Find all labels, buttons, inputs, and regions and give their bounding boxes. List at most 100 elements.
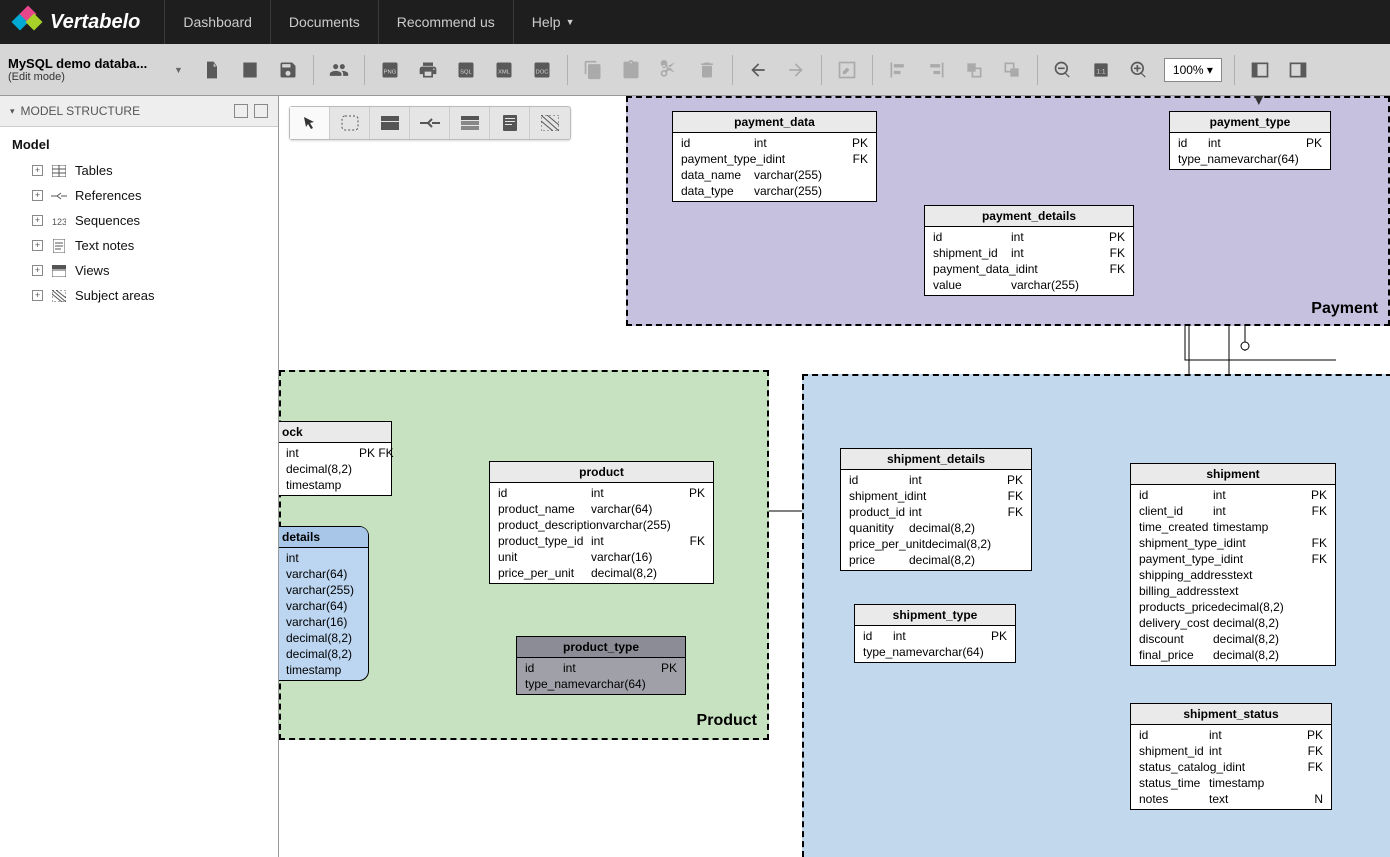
table-column: idintPK [490, 485, 713, 501]
panel-left-button[interactable] [1246, 56, 1274, 84]
new-doc-button[interactable] [198, 56, 226, 84]
bring-front-button[interactable] [960, 56, 988, 84]
expand-icon[interactable]: + [32, 240, 43, 251]
table-payment-data[interactable]: payment_data idintPKpayment_type_idintFK… [672, 111, 877, 202]
tree-references[interactable]: +References [12, 183, 266, 208]
svg-text:123: 123 [52, 217, 66, 227]
table-column: pricedecimal(8,2) [841, 552, 1031, 568]
panel-right-button[interactable] [1284, 56, 1312, 84]
table-shipment-type[interactable]: shipment_type idintPKtype_namevarchar(64… [854, 604, 1016, 663]
brand-logo[interactable]: Vertabelo [0, 8, 164, 36]
expand-icon[interactable]: + [32, 190, 43, 201]
svg-text:PNG: PNG [384, 69, 397, 75]
chevron-down-icon[interactable]: ▾ [10, 106, 15, 117]
export-sql-button[interactable]: SQL [452, 56, 480, 84]
table-column: client_idintFK [1131, 503, 1335, 519]
table-column: product_descriptionvarchar(255) [490, 517, 713, 533]
align-left-button[interactable] [884, 56, 912, 84]
table-shipment[interactable]: shipment idintPKclient_idintFKtime_creat… [1130, 463, 1336, 666]
expand-icon[interactable]: + [32, 265, 43, 276]
cut-button[interactable] [655, 56, 683, 84]
table-shipment-status[interactable]: shipment_status idintPKshipment_idintFKs… [1130, 703, 1332, 810]
edit-button[interactable] [833, 56, 861, 84]
table-column: product_namevarchar(64) [490, 501, 713, 517]
nav-documents[interactable]: Documents [270, 0, 378, 44]
copy-button[interactable] [579, 56, 607, 84]
chevron-down-icon[interactable]: ▼ [174, 65, 183, 75]
expand-icon[interactable]: + [32, 215, 43, 226]
table-column: data_namevarchar(255) [673, 167, 876, 183]
align-right-button[interactable] [922, 56, 950, 84]
delete-button[interactable] [693, 56, 721, 84]
tree-textnotes[interactable]: +Text notes [12, 233, 266, 258]
reference-tool[interactable] [410, 107, 450, 139]
tree-root[interactable]: Model [12, 137, 266, 152]
table-column: intPK FK [279, 445, 391, 461]
table-column: price_per_unitdecimal(8,2) [841, 536, 1031, 552]
svg-text:XML: XML [498, 69, 511, 75]
table-product[interactable]: product idintPKproduct_namevarchar(64)pr… [489, 461, 714, 584]
area-label: Product [697, 712, 757, 730]
save-button[interactable] [274, 56, 302, 84]
table-column: idintPK [925, 229, 1133, 245]
print-button[interactable] [414, 56, 442, 84]
diagram-canvas[interactable]: Payment Product payment_data idintPKpaym… [279, 96, 1390, 857]
tree-tables[interactable]: +Tables [12, 158, 266, 183]
share-button[interactable] [325, 56, 353, 84]
tree-sequences[interactable]: +123Sequences [12, 208, 266, 233]
table-column: decimal(8,2) [279, 646, 368, 662]
note-tool[interactable] [490, 107, 530, 139]
table-column: varchar(16) [279, 614, 368, 630]
table-column: decimal(8,2) [279, 630, 368, 646]
export-png-button[interactable]: PNG [376, 56, 404, 84]
table-stock[interactable]: ock intPK FKdecimal(8,2)timestamp [279, 421, 392, 496]
area-tool[interactable] [530, 107, 570, 139]
sidebar-box-icon[interactable] [254, 104, 268, 118]
tree-views[interactable]: +Views [12, 258, 266, 283]
sidebar-heading: ▾ MODEL STRUCTURE [0, 96, 278, 127]
table-column: type_namevarchar(64) [517, 676, 685, 692]
brand-text: Vertabelo [50, 11, 140, 34]
table-column: idintPK [841, 472, 1031, 488]
main-toolbar: MySQL demo databa... (Edit mode) ▼ PNG S… [0, 44, 1390, 96]
table-tool[interactable] [370, 107, 410, 139]
sequence-icon: 123 [51, 214, 67, 228]
table-payment-details[interactable]: payment_details idintPKshipment_idintFKp… [924, 205, 1134, 296]
table-shipment-details[interactable]: shipment_details idintPKshipment_idintFK… [840, 448, 1032, 571]
sidebar-box-icon[interactable] [234, 104, 248, 118]
table-column: decimal(8,2) [279, 461, 391, 477]
redo-button[interactable] [782, 56, 810, 84]
nav-dashboard[interactable]: Dashboard [164, 0, 270, 44]
view-tool[interactable] [450, 107, 490, 139]
select-tool[interactable] [290, 107, 330, 139]
reference-icon [51, 189, 67, 203]
export-doc-button[interactable]: DOC [528, 56, 556, 84]
expand-icon[interactable]: + [32, 290, 43, 301]
doc-title[interactable]: MySQL demo databa... [8, 56, 168, 71]
table-column: type_namevarchar(64) [1170, 151, 1330, 167]
table-column: billing_addresstext [1131, 583, 1335, 599]
nav-recommend[interactable]: Recommend us [378, 0, 513, 44]
ddl-button[interactable] [236, 56, 264, 84]
paste-button[interactable] [617, 56, 645, 84]
zoom-in-button[interactable] [1125, 56, 1153, 84]
zoom-fit-button[interactable]: 1:1 [1087, 56, 1115, 84]
table-column: status_timetimestamp [1131, 775, 1331, 791]
export-xml-button[interactable]: XML [490, 56, 518, 84]
table-payment-type[interactable]: payment_type idintPKtype_namevarchar(64) [1169, 111, 1331, 170]
table-column: valuevarchar(255) [925, 277, 1133, 293]
table-column: type_namevarchar(64) [855, 644, 1015, 660]
table-column: shipment_idintFK [1131, 743, 1331, 759]
marquee-tool[interactable] [330, 107, 370, 139]
zoom-select[interactable]: 100% ▾ [1164, 58, 1222, 82]
svg-text:DOC: DOC [535, 69, 548, 75]
view-icon [51, 264, 67, 278]
send-back-button[interactable] [998, 56, 1026, 84]
table-product-type[interactable]: product_type idintPKtype_namevarchar(64) [516, 636, 686, 695]
tree-subjectareas[interactable]: +Subject areas [12, 283, 266, 308]
undo-button[interactable] [744, 56, 772, 84]
zoom-out-button[interactable] [1049, 56, 1077, 84]
table-details-partial[interactable]: details intvarchar(64)varchar(255)varcha… [279, 526, 369, 681]
nav-help[interactable]: Help▼ [513, 0, 593, 44]
expand-icon[interactable]: + [32, 165, 43, 176]
